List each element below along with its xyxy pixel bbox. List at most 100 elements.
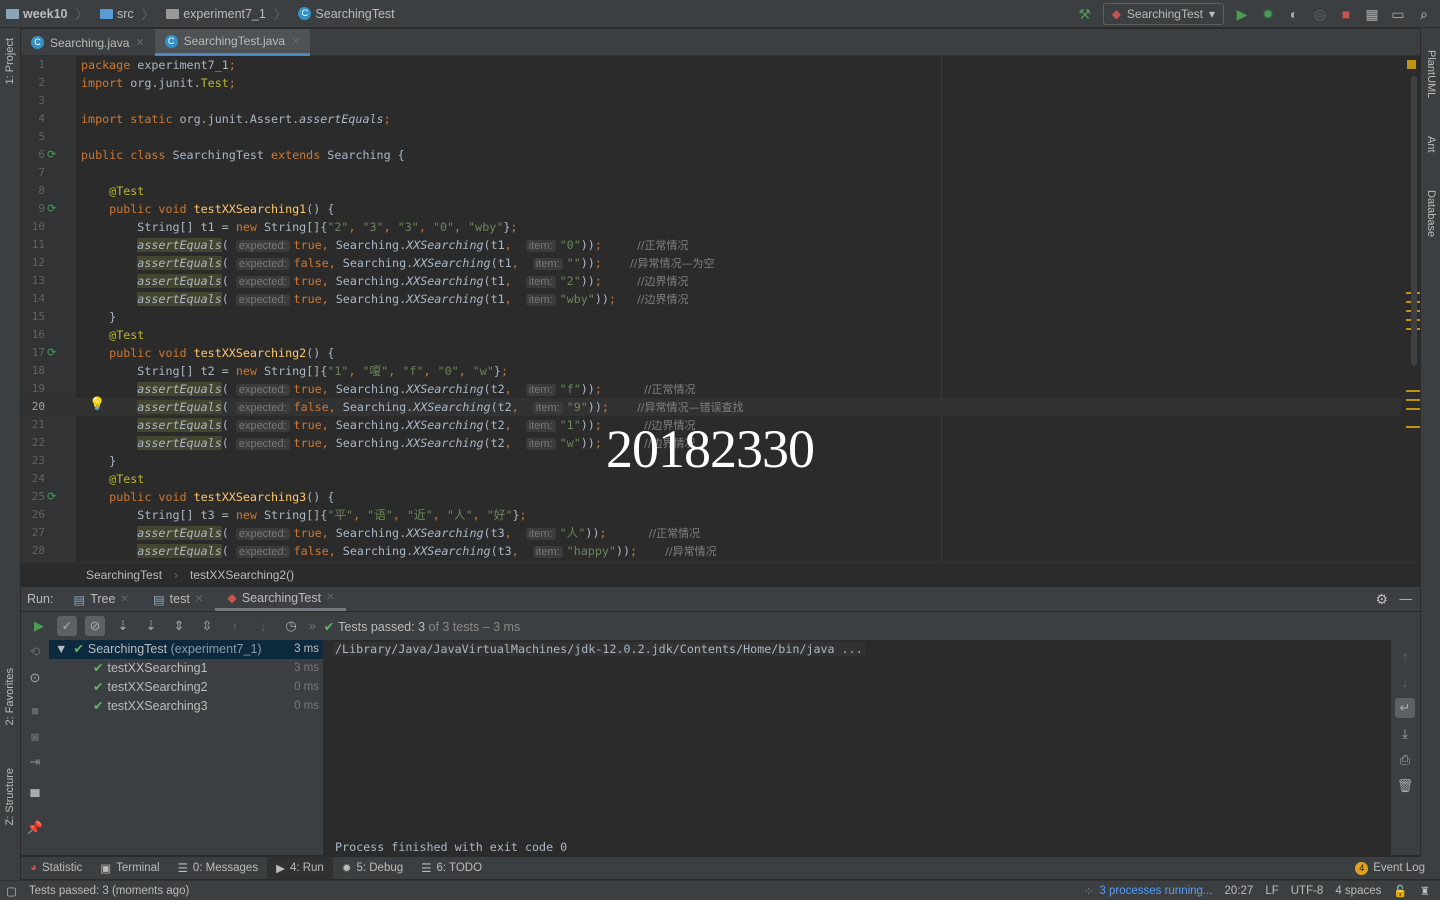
tree-row-root[interactable]: ▼ ✔ SearchingTest (experiment7_1) 3 ms	[49, 640, 323, 659]
code-line[interactable]: 28 assertEquals( expected: false, Searchi…	[21, 542, 1401, 560]
close-icon[interactable]: ✕	[135, 36, 144, 49]
trash-icon[interactable]: 🗑	[1395, 776, 1415, 796]
debug-bug-icon[interactable]: ✹	[1260, 6, 1276, 22]
tree-row-test[interactable]: ✔ testXXSearching2 0 ms	[49, 678, 323, 697]
code-line[interactable]: 6 ⟳ public class SearchingTest extends Sea…	[21, 146, 1401, 164]
run-test-gutter-icon[interactable]: ⟳	[47, 146, 56, 164]
code-line[interactable]: 11 assertEquals( expected: true, Searchin…	[21, 236, 1401, 254]
code-line[interactable]: 25 ⟳ public void testXXSearching3() {	[21, 488, 1401, 506]
line-separator[interactable]: LF	[1265, 885, 1278, 897]
sort-alpha-icon[interactable]: ⇣	[113, 616, 133, 636]
coverage-icon[interactable]: ◐	[1286, 6, 1302, 22]
code-line[interactable]: 8 @Test	[21, 182, 1401, 200]
run-tab-tree[interactable]: ▤ Tree ✕	[61, 587, 140, 611]
code-line[interactable]: 17 ⟳ public void testXXSearching2() {	[21, 344, 1401, 362]
more-icon[interactable]: »	[309, 619, 316, 633]
project-structure-icon[interactable]: ▦	[1364, 6, 1380, 22]
expand-arrow-icon[interactable]: ▼	[55, 642, 67, 656]
indent-setting[interactable]: 4 spaces	[1335, 885, 1381, 897]
plantuml-tool-button[interactable]: PlantUML	[1425, 50, 1437, 98]
file-encoding[interactable]: UTF-8	[1291, 885, 1324, 897]
close-icon[interactable]: ✕	[326, 592, 334, 603]
code-line[interactable]: 27 assertEquals( expected: true, Searchin…	[21, 524, 1401, 542]
ant-tool-button[interactable]: Ant	[1425, 136, 1437, 153]
search-icon[interactable]: ⌕	[1416, 6, 1432, 22]
lock-icon[interactable]: 🔓	[1393, 884, 1407, 898]
crumb-package[interactable]: experiment7_1 〉	[160, 4, 292, 23]
caret-position[interactable]: 20:27	[1225, 885, 1254, 897]
code-line[interactable]: 16 @Test	[21, 326, 1401, 344]
stop-icon[interactable]: ■	[25, 700, 45, 720]
crumb-project[interactable]: week10 〉	[0, 4, 94, 23]
collapse-all-icon[interactable]: ⇳	[197, 616, 217, 636]
soft-wrap-icon[interactable]: ↵	[1395, 698, 1415, 718]
code-editor[interactable]: 1 package experiment7_1; 2 import org.junit…	[21, 56, 1420, 562]
favorites-tool-button[interactable]: 2: Favorites	[4, 668, 16, 725]
previous-icon[interactable]: ↑	[225, 616, 245, 636]
terminal-window-icon[interactable]: ▭	[1390, 6, 1406, 22]
run-test-gutter-icon[interactable]: ⟳	[47, 488, 56, 506]
code-line[interactable]: 13 assertEquals( expected: true, Searchin…	[21, 272, 1401, 290]
debug-icon[interactable]: ⟲	[25, 642, 45, 662]
structure-tool-button[interactable]: Z: Structure	[4, 768, 16, 825]
show-ignored-icon[interactable]: ⊘	[85, 616, 105, 636]
code-line[interactable]: 20 assertEquals( expected: false, Searchi…	[21, 398, 1401, 416]
rerun-icon[interactable]: ▶	[29, 616, 49, 636]
console-output[interactable]: /Library/Java/JavaVirtualMachines/jdk-12…	[323, 640, 1391, 855]
next-icon[interactable]: ↓	[253, 616, 273, 636]
pin-icon[interactable]: 📌	[25, 818, 45, 838]
code-line[interactable]: 19 assertEquals( expected: true, Searchin…	[21, 380, 1401, 398]
run-test-gutter-icon[interactable]: ⟳	[47, 200, 56, 218]
profile-icon[interactable]: ◎	[1312, 6, 1328, 22]
tab-searching-java[interactable]: C Searching.java ✕	[21, 29, 155, 56]
code-line[interactable]: 9 ⟳ public void testXXSearching1() {	[21, 200, 1401, 218]
code-line[interactable]: 2 import org.junit.Test;	[21, 74, 1401, 92]
exit-icon[interactable]: ⇥	[25, 752, 45, 772]
editor-scrollbar[interactable]	[1411, 76, 1417, 366]
event-log-button[interactable]: 4 Event Log	[1346, 857, 1434, 879]
print-icon[interactable]: ⎙	[1395, 750, 1415, 770]
code-line[interactable]: 10 String[] t1 = new String[]{"2", "3", …	[21, 218, 1401, 236]
layout-icon[interactable]: ▀	[25, 786, 45, 806]
minimize-icon[interactable]: —	[1400, 592, 1413, 606]
tab-searchingtest-java[interactable]: C SearchingTest.java ✕	[154, 29, 311, 56]
run-icon[interactable]: ▶	[1234, 6, 1250, 22]
inspector-icon[interactable]: ♜	[1420, 884, 1430, 898]
scroll-to-end-icon[interactable]: ⤓	[1395, 724, 1415, 744]
code-line[interactable]: 3	[21, 92, 1401, 110]
toolwindow-run[interactable]: ▶ 4: Run	[267, 857, 333, 879]
lightbulb-icon[interactable]: 💡	[89, 396, 105, 412]
code-line[interactable]: 5	[21, 128, 1401, 146]
code-line[interactable]: 14 assertEquals( expected: true, Searchin…	[21, 290, 1401, 308]
toggle-tool-windows-icon[interactable]: ▢	[6, 884, 17, 898]
processes-link[interactable]: 3 processes running...	[1099, 885, 1212, 897]
tree-row-test[interactable]: ✔ testXXSearching3 0 ms	[49, 697, 323, 716]
run-test-gutter-icon[interactable]: ⟳	[47, 344, 56, 362]
code-line[interactable]: 7	[21, 164, 1401, 182]
toolwindow-statistic[interactable]: ◕ Statistic	[21, 857, 91, 879]
toolwindow-todo[interactable]: ☰ 6: TODO	[412, 857, 491, 879]
breadcrumb-method[interactable]: testXXSearching2()	[190, 568, 294, 582]
tree-row-test[interactable]: ✔ testXXSearching1 3 ms	[49, 659, 323, 678]
code-line[interactable]: 18 String[] t2 = new String[]{"1", "嗄", …	[21, 362, 1401, 380]
toolwindow-debug[interactable]: ✹ 5: Debug	[333, 857, 412, 879]
history-icon[interactable]: ◷	[281, 616, 301, 636]
down-arrow-icon[interactable]: ↓	[1395, 672, 1415, 692]
project-tool-button[interactable]: 1: Project	[4, 38, 16, 84]
expand-all-icon[interactable]: ⇕	[169, 616, 189, 636]
toolwindow-messages[interactable]: ☰ 0: Messages	[169, 857, 268, 879]
code-line[interactable]: 4 import static org.junit.Assert.assertEq…	[21, 110, 1401, 128]
sort-duration-icon[interactable]: ⇣	[141, 616, 161, 636]
run-tab-test[interactable]: ▤ test ✕	[141, 587, 215, 611]
close-icon[interactable]: ✕	[120, 594, 128, 605]
run-config-select[interactable]: ◆ SearchingTest ▾	[1102, 3, 1224, 25]
camera-icon[interactable]: ◙	[25, 726, 45, 746]
crumb-class[interactable]: C SearchingTest	[292, 7, 400, 21]
show-passed-icon[interactable]: ✓	[57, 616, 77, 636]
toolwindow-terminal[interactable]: ▣ Terminal	[91, 857, 168, 879]
up-arrow-icon[interactable]: ↑	[1395, 646, 1415, 666]
gear-icon[interactable]: ⚙	[1375, 591, 1388, 608]
breadcrumb-class[interactable]: SearchingTest	[86, 568, 162, 582]
database-tool-button[interactable]: Database	[1425, 190, 1437, 237]
code-line[interactable]: 12 assertEquals( expected: false, Searchi…	[21, 254, 1401, 272]
